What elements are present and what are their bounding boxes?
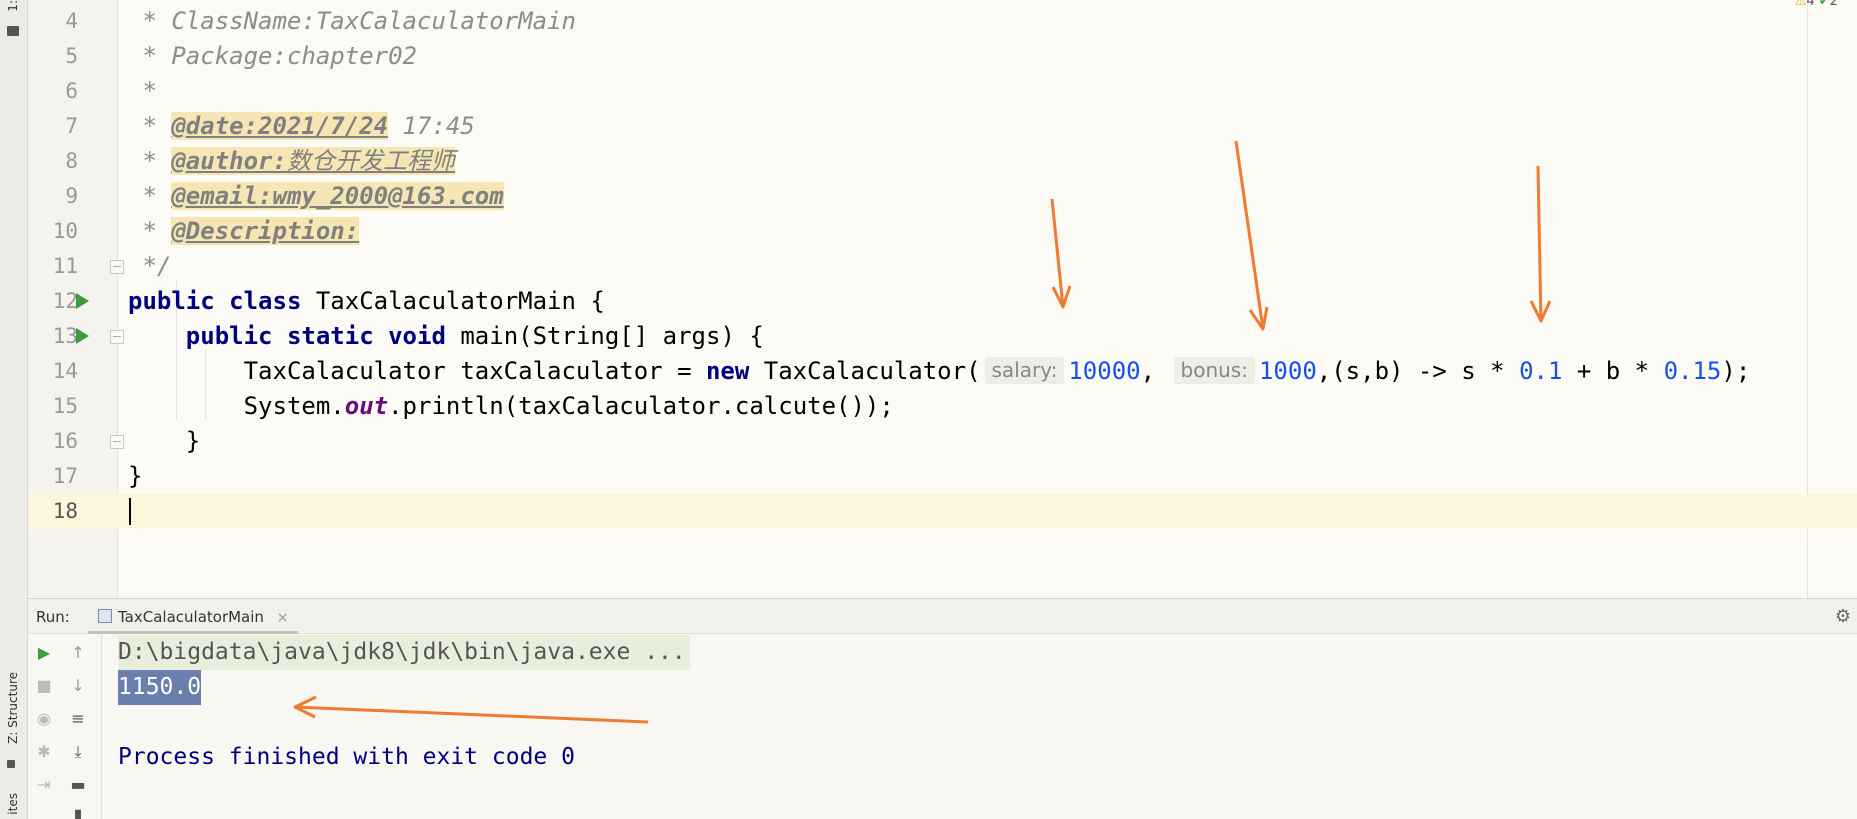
doc-tag: @author: xyxy=(171,147,287,175)
code-line[interactable]: 8 * @author:数仓开发工程师 xyxy=(28,144,1857,179)
run-gutter-icon[interactable] xyxy=(76,328,89,344)
code-text: */ xyxy=(128,252,172,280)
code-text: public static void main(String[] args) { xyxy=(185,322,764,350)
console-command-line: D:\bigdata\java\jdk8\jdk\bin\java.exe ..… xyxy=(118,635,690,670)
code-line[interactable]: 13 public static void main(String[] args… xyxy=(28,319,1857,354)
doc-tag: @date:2021/7/24 xyxy=(171,112,389,140)
application-icon xyxy=(98,609,112,623)
current-code-line[interactable]: 18 xyxy=(28,494,1857,529)
doc-tag: @email:wmy_2000@163.com xyxy=(171,182,504,210)
code-line[interactable]: 11 */ xyxy=(28,249,1857,284)
code-line[interactable]: 7 * @date:2021/7/24 17:45 xyxy=(28,109,1857,144)
line-number: 6 xyxy=(65,79,78,103)
line-number: 10 xyxy=(52,219,78,243)
code-text: * @date:2021/7/24 17:45 xyxy=(128,112,475,140)
code-line[interactable]: 12 public class TaxCalaculatorMain { xyxy=(28,284,1857,319)
line-number: 7 xyxy=(65,114,78,138)
snapshot-button[interactable]: ◉ xyxy=(34,709,54,729)
line-number: 5 xyxy=(65,44,78,68)
code-line[interactable]: 17 } xyxy=(28,459,1857,494)
code-line[interactable]: 4 * ClassName:TaxCalaculatorMain xyxy=(28,4,1857,39)
code-text: * xyxy=(128,77,157,105)
stop-button[interactable]: ■ xyxy=(34,676,54,696)
console-output[interactable]: D:\bigdata\java\jdk8\jdk\bin\java.exe ..… xyxy=(118,635,690,770)
line-number: 4 xyxy=(65,9,78,33)
code-line[interactable]: 16 } xyxy=(28,424,1857,459)
line-number: 15 xyxy=(52,394,78,418)
line-number: 17 xyxy=(52,464,78,488)
parameter-hint-salary: salary: xyxy=(984,357,1065,384)
print-button[interactable]: ▬ xyxy=(68,775,88,795)
run-tool-window: Run: TaxCalaculatorMain × ⚙ ▶ ↑ ■ ↓ ◉ ≡ … xyxy=(28,598,1857,819)
left-tool-strip: 1: Z: Structure ites xyxy=(0,0,28,819)
code-editor[interactable]: ⚠4 ✔2 ^ 4 * ClassName:TaxCalaculatorMain… xyxy=(28,0,1857,598)
code-text: * @author:数仓开发工程师 xyxy=(128,147,455,175)
project-tool-tab[interactable]: 1: xyxy=(6,0,20,12)
code-text: System.out.println(taxCalaculator.calcut… xyxy=(128,392,894,420)
run-gutter-icon[interactable] xyxy=(76,293,89,309)
structure-icon xyxy=(7,760,15,768)
exit-button[interactable]: ⇥ xyxy=(34,775,54,795)
line-number: 12 xyxy=(52,289,78,313)
folder-icon xyxy=(7,26,19,36)
run-toolbar: ▶ ↑ ■ ↓ ◉ ≡ ✱ ⤓ ⇥ ▬ ▮ xyxy=(28,635,102,819)
favorites-tool-tab[interactable]: ites xyxy=(6,793,20,815)
code-text: * @Description: xyxy=(128,217,360,245)
scroll-to-end-button[interactable]: ⤓ xyxy=(68,742,88,762)
console-exit-line: Process finished with exit code 0 xyxy=(118,744,575,770)
soft-wrap-button[interactable]: ≡ xyxy=(68,709,88,729)
code-line[interactable]: 14 TaxCalaculator taxCalaculator = new T… xyxy=(28,354,1857,389)
run-tab-label: TaxCalaculatorMain xyxy=(118,608,264,626)
gear-icon[interactable]: ⚙ xyxy=(1835,606,1851,627)
line-number: 13 xyxy=(52,324,78,348)
doc-tag: @Description: xyxy=(171,217,360,245)
structure-tool-tab[interactable]: Z: Structure xyxy=(6,672,20,744)
rerun-button[interactable]: ▶ xyxy=(34,643,54,663)
fold-marker[interactable] xyxy=(110,435,124,449)
doc-tag-value: 数仓开发工程师 xyxy=(286,147,455,175)
run-label: Run: xyxy=(36,608,70,626)
debug-button[interactable]: ✱ xyxy=(34,742,54,762)
code-line[interactable]: 9 * @email:wmy_2000@163.com xyxy=(28,179,1857,214)
line-number: 11 xyxy=(52,254,78,278)
fold-marker[interactable] xyxy=(110,260,124,274)
run-config-tab[interactable]: TaxCalaculatorMain × xyxy=(88,599,299,634)
run-panel-header: Run: TaxCalaculatorMain × ⚙ xyxy=(28,599,1857,634)
line-number: 14 xyxy=(52,359,78,383)
code-line[interactable]: 6 * xyxy=(28,74,1857,109)
line-number: 18 xyxy=(52,499,78,523)
previous-occurrence-button[interactable]: ↑ xyxy=(68,643,88,663)
text-caret xyxy=(129,498,131,525)
line-number: 8 xyxy=(65,149,78,173)
code-line[interactable]: 10 * @Description: xyxy=(28,214,1857,249)
line-number: 16 xyxy=(52,429,78,453)
close-icon[interactable]: × xyxy=(277,610,289,626)
code-text: } xyxy=(128,427,201,455)
next-occurrence-button[interactable]: ↓ xyxy=(68,676,88,696)
console-result-line: 1150.0 xyxy=(118,670,202,705)
code-text: * Package:chapter02 xyxy=(128,42,417,70)
code-text: public class TaxCalaculatorMain { xyxy=(128,287,605,315)
code-text: * @email:wmy_2000@163.com xyxy=(128,182,504,210)
code-text: } xyxy=(128,462,143,490)
parameter-hint-bonus: bonus: xyxy=(1173,357,1255,384)
code-text: * ClassName:TaxCalaculatorMain xyxy=(128,7,576,35)
code-line[interactable]: 15 System.out.println(taxCalaculator.cal… xyxy=(28,389,1857,424)
code-text: TaxCalaculator taxCalaculator = new TaxC… xyxy=(128,357,1751,385)
line-number: 9 xyxy=(65,184,78,208)
fold-marker[interactable] xyxy=(110,330,124,344)
trash-button[interactable]: ▮ xyxy=(68,805,88,819)
code-line[interactable]: 5 * Package:chapter02 xyxy=(28,39,1857,74)
